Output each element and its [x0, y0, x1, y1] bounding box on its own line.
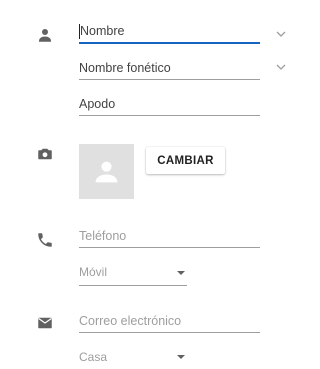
phone-type-select[interactable]: Móvil: [79, 265, 187, 287]
email-icon: [38, 317, 52, 329]
name-field[interactable]: Nombre: [79, 24, 260, 44]
person-icon: [39, 29, 51, 42]
phonetic-name-label: Nombre fonético: [79, 61, 171, 75]
email-placeholder: Correo electrónico: [79, 314, 182, 328]
nickname-field[interactable]: Apodo: [79, 97, 260, 117]
email-field[interactable]: Correo electrónico: [79, 314, 260, 334]
phone-icon: [38, 233, 52, 247]
phone-type-underline: [79, 285, 187, 286]
email-type-select[interactable]: Casa: [79, 350, 187, 368]
nickname-underline: [79, 115, 260, 116]
email-underline: [79, 332, 260, 333]
phone-placeholder: Teléfono: [79, 229, 127, 243]
dropdown-arrow-icon: [177, 271, 185, 275]
chevron-down-icon[interactable]: [276, 30, 286, 38]
nickname-label: Apodo: [79, 97, 116, 111]
name-field-underline: [79, 42, 260, 44]
avatar-placeholder-icon: [95, 161, 118, 183]
phone-underline: [79, 247, 260, 248]
email-type-value: Casa: [79, 350, 108, 364]
chevron-down-icon[interactable]: [276, 63, 286, 71]
avatar[interactable]: [79, 144, 134, 199]
phone-type-value: Móvil: [79, 265, 108, 279]
phone-field[interactable]: Teléfono: [79, 229, 260, 249]
change-photo-button[interactable]: CAMBIAR: [146, 147, 225, 174]
phonetic-name-underline: [79, 79, 260, 80]
dropdown-arrow-icon: [177, 355, 185, 359]
camera-icon: [38, 148, 52, 160]
name-field-label: Nombre: [80, 24, 125, 38]
phonetic-name-field[interactable]: Nombre fonético: [79, 61, 260, 81]
